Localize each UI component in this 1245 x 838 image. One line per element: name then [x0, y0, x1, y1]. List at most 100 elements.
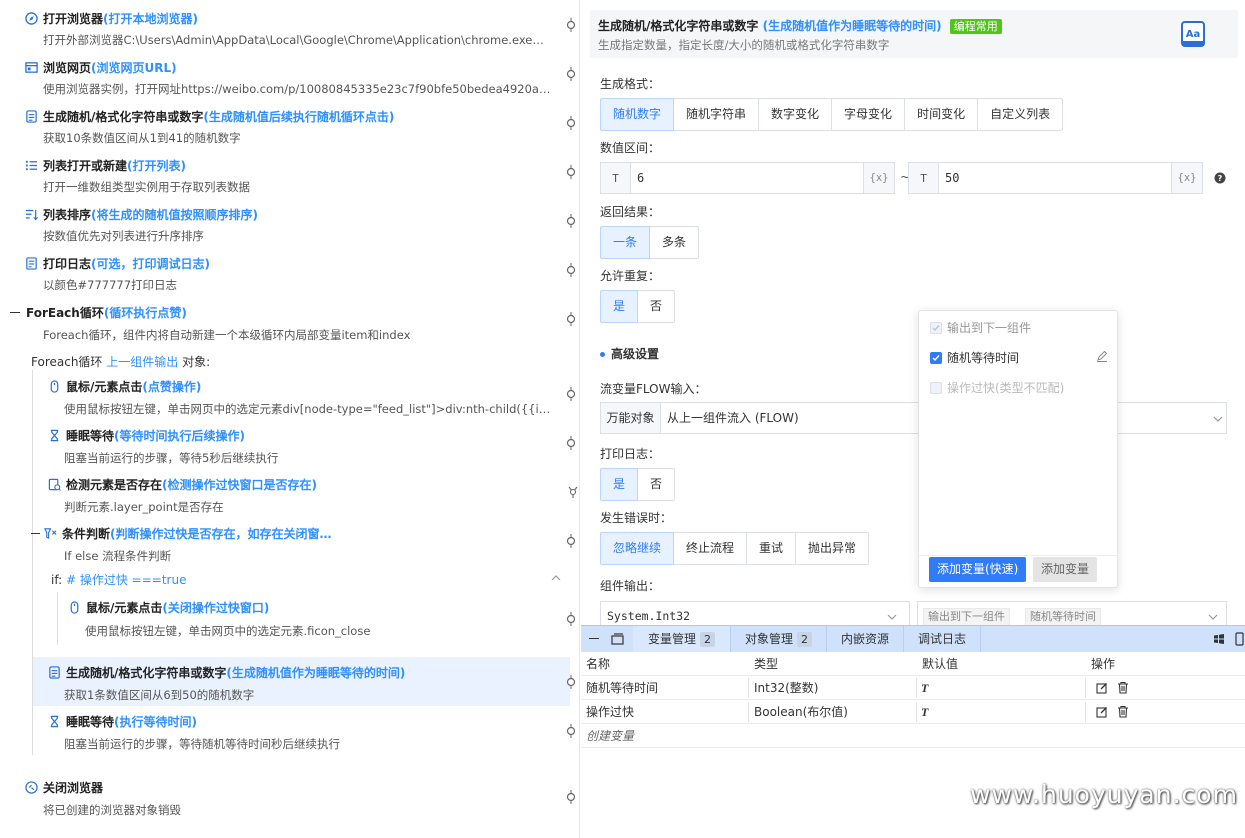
workflow-step-browse-page[interactable]: 浏览网页 (浏览网页URL) 使用浏览器实例，打开网址https://weibo.… [0, 49, 570, 98]
connector-handle-icon[interactable] [565, 312, 577, 326]
workflow-step-close-popup[interactable]: 鼠标/元素点击 (关闭操作过快窗口) 使用鼠标按钮左键，单击网页中的选定元素.fi… [0, 592, 570, 644]
connector-handle-icon[interactable] [565, 67, 577, 81]
column-header: 名称 [586, 657, 611, 671]
workflow-step-random-1[interactable]: 生成随机/格式化字符串或数字 (生成随机值后续执行随机循环点击) 获取10条数值区… [0, 98, 570, 147]
step-alias: (执行等待时间) [114, 715, 197, 729]
output-option-next-component[interactable]: 输出到下一组件 [930, 319, 1031, 336]
connector-handle-icon[interactable] [565, 116, 577, 130]
format-option-random-number[interactable]: 随机数字 [600, 98, 675, 131]
result-option-single[interactable]: 一条 [600, 226, 651, 259]
if-branch-label[interactable]: if: # 操作过快 ===true [51, 571, 186, 588]
tab-object-management[interactable]: 对象管理 2 [731, 626, 827, 652]
output-option-random-wait[interactable]: 随机等待时间 [930, 349, 1108, 366]
connector-handle-icon[interactable] [565, 18, 577, 32]
output-type-select[interactable]: System.Int32 [600, 601, 910, 625]
workflow-step-list-open[interactable]: 列表打开或新建 (打开列表) 打开一维数组类型实例用于存取列表数据 [0, 147, 570, 196]
checkbox[interactable] [930, 351, 942, 364]
type-prefix[interactable]: T [601, 163, 631, 193]
on-error-option-throw[interactable]: 抛出异常 [795, 532, 870, 565]
workflow-step-sleep-1[interactable]: 睡眠等待 (等待时间执行后续操作) 阻塞当前运行的步骤，等待5秒后继续执行 [0, 419, 570, 468]
step-desc: 获取10条数值区间从1到41的随机数字 [43, 131, 241, 145]
workflow-step-random-2[interactable]: 生成随机/格式化字符串或数字 (生成随机值作为睡眠等待的时间) 获取1条数值区间从… [33, 657, 570, 706]
print-log-option-yes[interactable]: 是 [600, 468, 639, 501]
workflow-step-print-log[interactable]: 打印日志 (可选，打印调试日志) 以颜色#777777打印日志 [0, 245, 570, 294]
variable-default-type[interactable]: T [921, 700, 928, 724]
workflow-step-sleep-2[interactable]: 睡眠等待 (执行等待时间) 阻塞当前运行的步骤，等待随机等待时间秒后继续执行 [0, 706, 570, 755]
tab-embedded-resources[interactable]: 内嵌资源 [827, 626, 904, 652]
tab-variable-management[interactable]: 变量管理 2 [633, 626, 731, 652]
workflow-step-open-browser[interactable]: 打开浏览器 (打开本地浏览器) 打开外部浏览器C:\Users\Admin\App… [0, 0, 570, 49]
variable-default-type[interactable]: T [921, 676, 928, 700]
on-error-option-stop[interactable]: 终止流程 [673, 532, 748, 565]
add-variable-button[interactable]: 添加变量 [1033, 557, 1098, 582]
output-variable-select[interactable]: 输出到下一组件 随机等待时间 [917, 601, 1227, 626]
workflow-step-element-exists[interactable]: 检测元素是否存在 (检测操作过快窗口是否存在) 判断元素.layer_point是… [0, 468, 570, 517]
connector-handle-icon[interactable] [565, 675, 577, 689]
range-min-input[interactable]: T 6 [600, 162, 864, 194]
range-max-input[interactable]: T 50 [908, 162, 1172, 194]
workflow-step-condition[interactable]: 条件判断 (判断操作过快是否存在，如存在关闭窗… If else 流程条件判断 [0, 517, 570, 566]
delete-icon[interactable] [1117, 681, 1129, 694]
edit-icon[interactable] [1096, 350, 1108, 362]
table-row[interactable]: 随机等待时间 Int32(整数) T [581, 676, 1245, 700]
step-title: 检测元素是否存在 [66, 478, 163, 492]
foreach-source-link[interactable]: 上一组件输出 [106, 355, 178, 369]
connector-handle-icon[interactable] [565, 263, 577, 277]
connector-handle-icon[interactable] [565, 387, 577, 401]
help-icon[interactable]: ? [1214, 172, 1226, 184]
on-error-option-ignore[interactable]: 忽略继续 [600, 532, 675, 565]
table-row[interactable]: 操作过快 Boolean(布尔值) T [581, 700, 1245, 724]
output-label: 组件输出： [600, 579, 661, 593]
workflow-step-foreach[interactable]: ForEach循环 (循环执行点赞) Foreach循环，组件内将自动新建一个本… [0, 294, 570, 343]
workflow-step-click-like[interactable]: 鼠标/元素点击 (点赞操作) 使用鼠标按钮左键，单击网页中的选定元素div[nod… [0, 370, 570, 419]
advanced-settings-toggle[interactable]: 高级设置 [600, 345, 659, 362]
format-option-number-change[interactable]: 数字变化 [758, 98, 833, 131]
collapse-icon[interactable] [31, 533, 40, 534]
delete-icon[interactable] [1117, 705, 1129, 718]
type-prefix[interactable]: T [909, 163, 939, 193]
tab-count: 2 [797, 632, 812, 647]
connector-handle-icon[interactable] [565, 724, 577, 738]
hourglass-icon [50, 429, 59, 442]
step-title: 鼠标/元素点击 [66, 380, 143, 394]
repeat-option-no[interactable]: 否 [637, 290, 676, 323]
connector-handle-icon[interactable] [565, 436, 577, 450]
edit-icon[interactable] [1096, 706, 1108, 718]
workflow-step-list-sort[interactable]: 列表排序 (将生成的随机值按照顺序排序) 按数值优先对列表进行升序排序 [0, 196, 570, 245]
format-selector: 随机数字 随机字符串 数字变化 字母变化 时间变化 自定义列表 [600, 98, 1064, 131]
restore-window-icon[interactable] [611, 633, 624, 645]
step-alias: (打开列表) [127, 159, 186, 173]
connector-handle-icon[interactable] [565, 214, 577, 228]
result-option-multiple[interactable]: 多条 [649, 226, 700, 259]
minimize-icon[interactable] [589, 638, 599, 639]
on-error-option-retry[interactable]: 重试 [746, 532, 797, 565]
repeat-option-yes[interactable]: 是 [600, 290, 639, 323]
variable-insert-button[interactable]: {x} [863, 162, 895, 194]
add-variable-quick-button[interactable]: 添加变量(快速) [929, 557, 1027, 582]
step-desc: 阻塞当前运行的步骤，等待随机等待时间秒后继续执行 [64, 737, 340, 751]
workflow-step-close-browser[interactable]: 关闭浏览器 将已创建的浏览器对象销毁 [0, 772, 570, 821]
edit-icon[interactable] [1096, 682, 1108, 694]
variable-insert-button[interactable]: {x} [1171, 162, 1203, 194]
format-option-custom-list[interactable]: 自定义列表 [977, 98, 1064, 131]
print-log-option-no[interactable]: 否 [637, 468, 676, 501]
windows-icon[interactable] [1213, 633, 1225, 645]
format-option-time-change[interactable]: 时间变化 [904, 98, 979, 131]
flow-input-select[interactable]: 万能对象 从上一组件流入 (FLOW) [600, 402, 1227, 434]
checkbox[interactable] [930, 321, 942, 334]
connector-handle-icon[interactable] [565, 534, 577, 548]
random-generator-icon [26, 110, 37, 123]
chevron-up-icon[interactable] [551, 574, 561, 582]
connector-handle-icon[interactable] [565, 165, 577, 179]
format-option-letter-change[interactable]: 字母变化 [831, 98, 906, 131]
chevron-down-icon [1213, 416, 1223, 422]
create-variable-row[interactable]: 创建变量 [581, 724, 1245, 748]
format-option-random-string[interactable]: 随机字符串 [673, 98, 760, 131]
connector-branch-icon[interactable] [567, 485, 579, 499]
connector-handle-icon[interactable] [565, 790, 577, 804]
mobile-icon[interactable] [1235, 632, 1244, 646]
collapse-icon[interactable] [10, 312, 20, 313]
tab-debug-log[interactable]: 调试日志 [904, 626, 981, 652]
connector-handle-icon[interactable] [565, 612, 577, 626]
create-variable-link[interactable]: 创建变量 [586, 724, 634, 748]
